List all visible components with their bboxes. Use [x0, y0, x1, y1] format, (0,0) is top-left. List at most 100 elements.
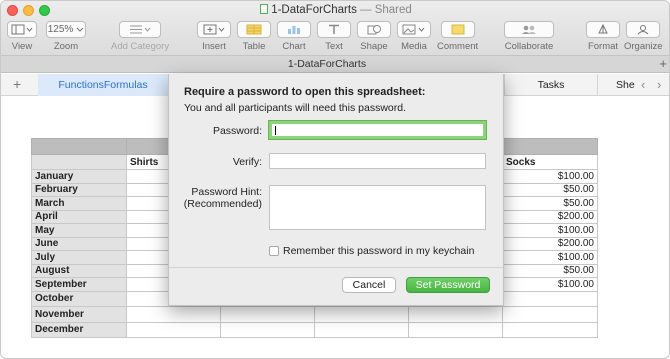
zoom-tool[interactable]: 125% Zoom: [46, 21, 86, 52]
socks-value-cell[interactable]: $50.00: [502, 263, 598, 278]
format-icon[interactable]: [586, 21, 620, 38]
document-tab[interactable]: 1-DataForCharts: [1, 58, 653, 70]
table-row: November: [31, 306, 598, 323]
socks-value-cell[interactable]: $100.00: [502, 223, 598, 238]
table-cell[interactable]: [408, 321, 503, 338]
verify-field[interactable]: [269, 153, 486, 169]
table-tool[interactable]: Table: [237, 21, 271, 52]
title-bar: 1-DataForCharts — Shared View 125% Zoom …: [1, 1, 669, 56]
table-cell[interactable]: [220, 306, 315, 323]
title-separator: —: [356, 4, 375, 16]
row-header-month[interactable]: April: [31, 209, 127, 224]
add-category-icon[interactable]: [119, 21, 162, 38]
text-icon[interactable]: [317, 21, 351, 38]
organize-icon[interactable]: [626, 21, 661, 38]
row-header-month[interactable]: November: [31, 306, 127, 323]
corner-cell[interactable]: [31, 154, 127, 170]
socks-value-cell[interactable]: $100.00: [502, 277, 598, 292]
row-header-month[interactable]: August: [31, 263, 127, 278]
socks-value-cell[interactable]: $200.00: [502, 209, 598, 224]
table-cell[interactable]: [126, 306, 221, 323]
media-label: Media: [401, 41, 427, 52]
socks-value-cell[interactable]: [502, 321, 598, 338]
row-header-month[interactable]: September: [31, 277, 127, 292]
table-row: December: [31, 321, 598, 338]
zoom-label: Zoom: [53, 41, 79, 52]
insert-icon[interactable]: [197, 21, 231, 38]
socks-value-cell[interactable]: $200.00: [502, 236, 598, 251]
scroll-right-chevron-icon[interactable]: ›: [657, 77, 661, 92]
view-label: View: [11, 41, 33, 52]
row-header-month[interactable]: January: [31, 169, 127, 184]
document-name: 1-DataForCharts: [271, 4, 357, 16]
table-icon[interactable]: [237, 21, 271, 38]
comment-tool[interactable]: Comment: [437, 21, 478, 52]
socks-value-cell[interactable]: $50.00: [502, 182, 598, 197]
media-icon[interactable]: [397, 21, 431, 38]
sheet-tab-functionsformulas[interactable]: FunctionsFormulas: [38, 74, 168, 96]
collaborate-icon[interactable]: [504, 21, 554, 38]
organize-tool[interactable]: Organize: [624, 21, 663, 52]
shape-tool[interactable]: Shape: [357, 21, 391, 52]
socks-value-cell[interactable]: $50.00: [502, 196, 598, 211]
chart-icon[interactable]: [277, 21, 311, 38]
comment-icon[interactable]: [440, 21, 475, 38]
hint-label: Password Hint: (Recommended): [169, 186, 262, 210]
chart-label: Chart: [282, 41, 306, 52]
table-label: Table: [242, 41, 266, 52]
zoom-select[interactable]: 125%: [46, 21, 86, 38]
view-icon[interactable]: [7, 21, 37, 38]
table-cell[interactable]: [314, 306, 409, 323]
row-header-month[interactable]: May: [31, 223, 127, 238]
remember-password-label: Remember this password in my keychain: [283, 245, 475, 257]
remember-password-checkbox[interactable]: [269, 246, 279, 256]
row-header-month[interactable]: February: [31, 182, 127, 197]
dialog-title: Require a password to open this spreadsh…: [184, 86, 426, 98]
sheet-tab-tasks[interactable]: Tasks: [504, 74, 597, 96]
socks-value-cell[interactable]: [502, 290, 598, 307]
set-password-button[interactable]: Set Password: [406, 277, 490, 293]
shared-status: Shared: [374, 4, 412, 16]
media-tool[interactable]: Media: [397, 21, 431, 52]
row-header-month[interactable]: October: [31, 290, 127, 307]
table-cell[interactable]: [314, 321, 409, 338]
numbers-window: 1-DataForCharts — Shared View 125% Zoom …: [0, 0, 670, 359]
document-icon: [260, 4, 269, 14]
insert-label: Insert: [202, 41, 226, 52]
window-title: 1-DataForCharts — Shared: [1, 4, 669, 16]
collaborate-tool[interactable]: Collaborate: [504, 21, 554, 52]
row-header-month[interactable]: December: [31, 321, 127, 338]
sheet-tab-partial[interactable]: She: [597, 74, 637, 96]
format-tool[interactable]: Format: [586, 21, 620, 52]
dialog-subtitle: You and all participants will need this …: [184, 102, 406, 114]
shape-icon[interactable]: [357, 21, 391, 38]
text-tool[interactable]: Text: [317, 21, 351, 52]
cancel-button[interactable]: Cancel: [342, 277, 396, 293]
password-field[interactable]: [268, 120, 487, 140]
verify-label: Verify:: [232, 156, 262, 168]
column-header-socks[interactable]: Socks: [502, 154, 598, 170]
socks-value-cell[interactable]: $100.00: [502, 169, 598, 184]
chart-tool[interactable]: Chart: [277, 21, 311, 52]
add-category-tool[interactable]: Add Category: [111, 21, 169, 52]
row-header-month[interactable]: July: [31, 250, 127, 265]
socks-value-cell[interactable]: [502, 306, 598, 323]
row-header-month[interactable]: June: [31, 236, 127, 251]
add-sheet-plus-icon[interactable]: +: [13, 76, 21, 92]
scroll-left-chevron-icon[interactable]: ‹: [641, 77, 645, 92]
new-tab-plus-icon[interactable]: +: [659, 56, 667, 71]
socks-value-cell[interactable]: $100.00: [502, 250, 598, 265]
password-dialog: Require a password to open this spreadsh…: [168, 74, 504, 306]
password-hint-field[interactable]: [269, 185, 486, 230]
table-cell[interactable]: [220, 321, 315, 338]
view-tool[interactable]: View: [7, 21, 37, 52]
table-cell[interactable]: [408, 306, 503, 323]
insert-tool[interactable]: Insert: [197, 21, 231, 52]
collaborate-label: Collaborate: [504, 41, 554, 52]
table-cell[interactable]: [126, 321, 221, 338]
header-cell[interactable]: [502, 138, 598, 155]
header-cell[interactable]: [31, 138, 127, 155]
remember-password-row[interactable]: Remember this password in my keychain: [269, 245, 474, 257]
row-header-month[interactable]: March: [31, 196, 127, 211]
password-label: Password:: [212, 125, 262, 137]
